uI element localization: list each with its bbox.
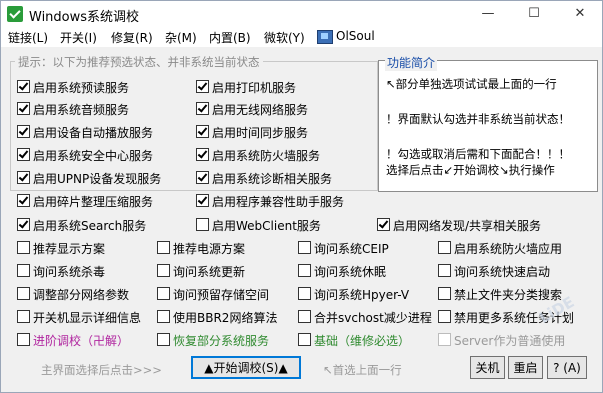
checkbox-label: 启用打印机服务 — [212, 81, 297, 95]
checkbox-label: 启用WebClient服务 — [212, 219, 321, 233]
checkbox-box[interactable] — [17, 310, 30, 323]
checkbox-box[interactable] — [17, 102, 30, 115]
checkbox-box[interactable] — [438, 241, 451, 254]
checkbox-label: 使用BBR2网络算法 — [173, 311, 278, 325]
checkbox-label: 询问预留存储空间 — [173, 288, 270, 302]
menu-repair[interactable]: 修复(R) — [111, 29, 153, 46]
minimize-button[interactable]: — — [465, 1, 511, 27]
checkbox-box[interactable] — [17, 80, 30, 93]
checkbox-label: 启用系统防火墙应用 — [454, 242, 563, 256]
checkbox-label: 启用时间同步服务 — [212, 126, 309, 140]
menu-microsoft[interactable]: 微软(Y) — [264, 29, 305, 46]
bottom-hint-mid: ↖首选上面一行 — [323, 363, 402, 377]
checkbox-label: 推荐电源方案 — [173, 242, 246, 256]
checkbox-box[interactable] — [17, 148, 30, 161]
close-button[interactable]: ✕ — [557, 1, 603, 27]
checkbox-box[interactable] — [17, 125, 30, 138]
checkbox-box[interactable] — [298, 241, 311, 254]
checkbox-label: 启用网络发现/共享相关服务 — [393, 219, 542, 233]
checkbox-label: 启用系统Search服务 — [33, 219, 147, 233]
start-tune-button[interactable]: ▲开始调校(S)▲ — [191, 356, 301, 379]
checkbox-label: 进阶调校（卍解） — [33, 334, 130, 348]
help-button[interactable]: ? (A) — [547, 356, 587, 379]
checkbox-box[interactable] — [298, 287, 311, 300]
checkbox-box[interactable] — [196, 218, 209, 231]
checkbox-box[interactable] — [377, 218, 390, 231]
checkbox-label: 开关机显示详细信息 — [33, 311, 142, 325]
window-title: Windows系统调校 — [29, 10, 140, 25]
checkbox-box[interactable] — [17, 333, 30, 346]
checkbox-box[interactable] — [438, 287, 451, 300]
checkbox-label: 合并svchost减少进程 — [314, 311, 432, 325]
group-hint: 提示：以下为推荐预选状态、并非系统当前状态 — [15, 54, 263, 70]
checkbox-label: 启用系统音频服务 — [33, 103, 130, 117]
checkbox-label: 恢复部分系统服务 — [173, 334, 270, 348]
checkbox-label: 启用系统诊断相关服务 — [212, 172, 333, 186]
checkbox-label: 询问系统更新 — [173, 265, 246, 279]
checkbox-box[interactable] — [438, 310, 451, 323]
checkbox-box[interactable] — [196, 148, 209, 161]
checkbox-box[interactable] — [17, 264, 30, 277]
checkbox-box[interactable] — [196, 171, 209, 184]
checkbox-label: 推荐显示方案 — [33, 242, 106, 256]
checkbox-box[interactable] — [438, 264, 451, 277]
menu-switches[interactable]: 开关(I) — [60, 29, 97, 46]
shutdown-button[interactable]: 关机 — [470, 356, 505, 379]
checkbox-box[interactable] — [157, 310, 170, 323]
info-line: ！界面默认勾选并非系统当前状态！ — [386, 112, 570, 126]
checkbox-box[interactable] — [17, 194, 30, 207]
checkbox-box[interactable] — [157, 264, 170, 277]
info-line: 选择后点击↙开始调校↘执行操作 — [386, 163, 555, 177]
menu-links[interactable]: 链接(L) — [8, 29, 48, 46]
maximize-button[interactable]: ☐ — [511, 1, 557, 27]
checkbox-label: 调整部分网络参数 — [33, 288, 130, 302]
checkbox-box[interactable] — [298, 310, 311, 323]
checkbox-label: 启用无线网络服务 — [212, 103, 309, 117]
checkbox-label: 启用系统防火墙服务 — [212, 149, 321, 163]
menu-olsoul[interactable]: OlSoul — [336, 29, 375, 43]
checkbox-box[interactable] — [17, 171, 30, 184]
app-window: Windows系统调校 — ☐ ✕ 链接(L) 开关(I) 修复(R) 杂(M)… — [0, 0, 603, 393]
checkbox-label: 询问系统CEIP — [314, 242, 389, 256]
checkbox-label: 启用系统预读服务 — [33, 81, 130, 95]
checkbox-box[interactable] — [298, 333, 311, 346]
checkbox-box[interactable] — [17, 241, 30, 254]
checkbox-box — [438, 333, 451, 346]
checkbox-box[interactable] — [17, 218, 30, 231]
checkbox-label: 禁止文件夹分类搜索 — [454, 288, 563, 302]
checkbox-box[interactable] — [196, 80, 209, 93]
checkbox-label: 基础（维修必选） — [314, 334, 411, 348]
checkbox-box[interactable] — [157, 333, 170, 346]
info-line: ！勾选或取消后需和下面配合！！！ — [386, 147, 570, 161]
checkbox-box[interactable] — [17, 287, 30, 300]
checkbox-box[interactable] — [196, 102, 209, 115]
menu-bar: 链接(L) 开关(I) 修复(R) 杂(M) 内置(B) 微软(Y) OlSou… — [1, 27, 602, 47]
checkbox-label: 询问系统Hpyer-V — [314, 288, 410, 302]
menu-builtin[interactable]: 内置(B) — [209, 29, 251, 46]
checkbox-label: 启用程序兼容性助手服务 — [212, 195, 345, 209]
title-bar[interactable]: Windows系统调校 — ☐ ✕ — [1, 1, 602, 27]
bottom-hint-left: 主界面选择后点击>>> — [41, 363, 162, 377]
checkbox-label: 询问系统杀毒 — [33, 265, 106, 279]
checkbox-label: 询问系统快速启动 — [454, 265, 551, 279]
checkbox-box[interactable] — [196, 194, 209, 207]
checkbox-box[interactable] — [157, 287, 170, 300]
computer-icon — [317, 30, 333, 44]
checkbox-label: 启用系统安全中心服务 — [33, 149, 154, 163]
checkbox-box[interactable] — [298, 264, 311, 277]
checkbox-label: Server作为普通使用 — [454, 334, 566, 348]
checkbox-box[interactable] — [196, 125, 209, 138]
checkbox-label: 启用碎片整理压缩服务 — [33, 195, 154, 209]
checkbox-box[interactable] — [157, 241, 170, 254]
menu-misc[interactable]: 杂(M) — [165, 29, 197, 46]
checkbox-label: 询问系统休眠 — [314, 265, 387, 279]
checkbox-label: 启用UPNP设备发现服务 — [33, 172, 162, 186]
checkbox-label: 启用设备自动播放服务 — [33, 126, 154, 140]
restart-button[interactable]: 重启 — [508, 356, 543, 379]
app-check-icon — [7, 6, 23, 22]
info-line: ↖部分单独选项试试最上面的一行 — [386, 77, 557, 91]
info-title: 功能简介 — [385, 54, 438, 71]
